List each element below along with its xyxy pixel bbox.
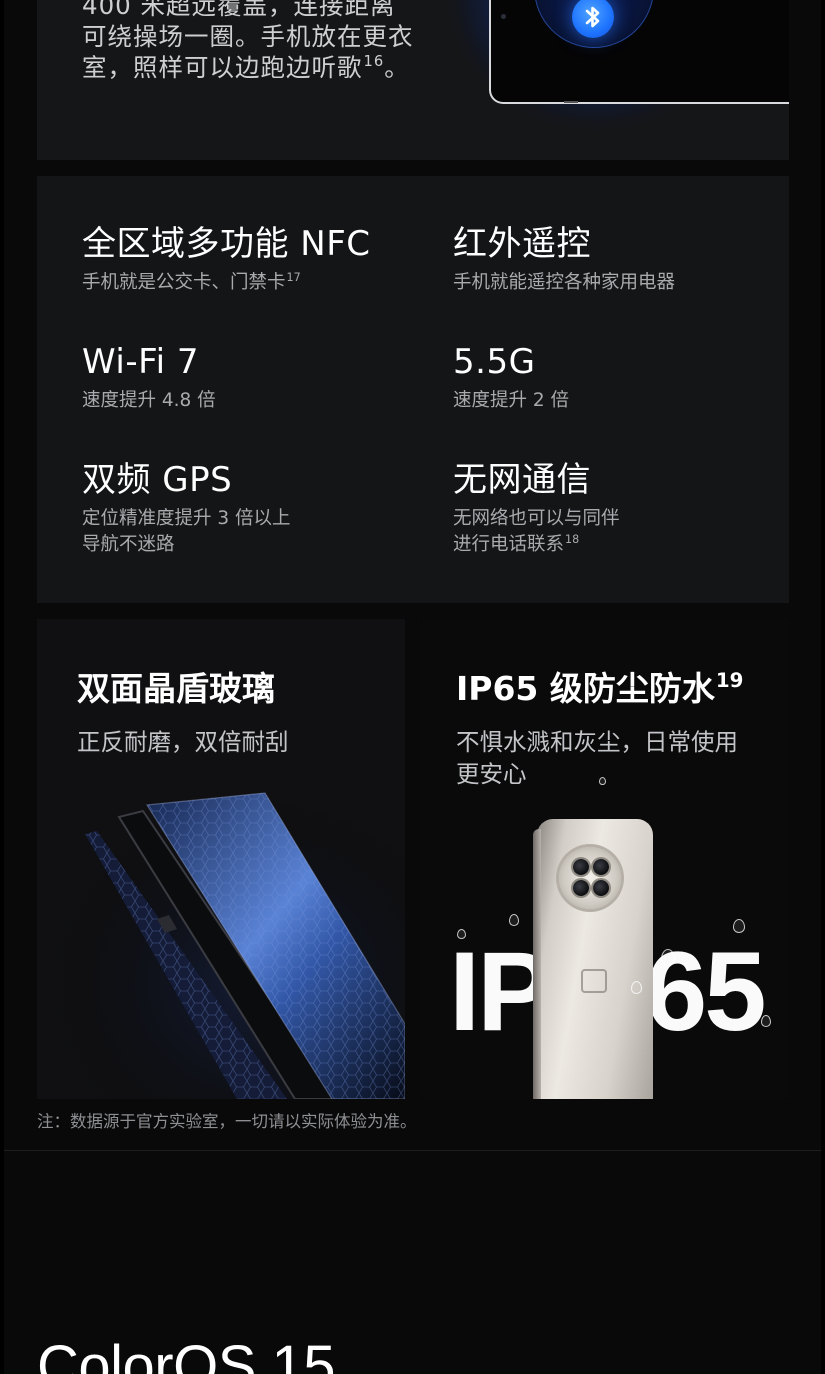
feature-gps: 双频 GPS 定位精准度提升 3 倍以上 导航不迷路 <box>82 460 342 558</box>
ip65-subtitle-line-1: 不惧水溅和灰尘，日常使用 <box>456 728 738 756</box>
phone-bottom-mark <box>564 101 578 103</box>
brand-logo-icon <box>581 969 607 993</box>
glass-card-subtitle-text: 正反耐磨，双倍耐刮 <box>77 728 289 756</box>
ip65-card-subtitle: 不惧水溅和灰尘，日常使用 更安心 <box>456 726 766 790</box>
feature-nfc: 全区域多功能 NFC 手机就是公交卡、门禁卡17 <box>82 224 371 296</box>
camera-lens <box>573 859 589 875</box>
water-drop <box>457 929 466 939</box>
glass-card-title: 双面晶盾玻璃 <box>77 669 275 708</box>
bluetooth-card: 400 米超远覆盖，连接距离 可绕操场一圈。手机放在更衣 室，照样可以边跑边听歌… <box>37 0 789 160</box>
feature-subtitle: 手机就能遥控各种家用电器 <box>453 270 713 296</box>
feature-subtitle: 无网络也可以与同伴 进行电话联系18 <box>453 506 713 558</box>
water-drop <box>661 949 675 966</box>
water-drop <box>509 914 519 926</box>
feature-subtitle-text: 速度提升 2 倍 <box>453 390 570 411</box>
feature-subtitle-text: 速度提升 4.8 倍 <box>82 390 216 411</box>
glass-card: 双面晶盾玻璃 正反耐磨，双倍耐刮 <box>37 619 405 1099</box>
bluetooth-line-2: 可绕操场一圈。手机放在更衣 <box>82 22 414 51</box>
ip65-card-title: IP65 级防尘防水19 <box>456 669 743 709</box>
footnote-mark: 18 <box>565 532 580 546</box>
camera-lens <box>573 880 589 896</box>
feature-subtitle: 速度提升 2 倍 <box>453 388 713 414</box>
phone-rear-image <box>533 819 653 1099</box>
footnote-mark: 17 <box>286 270 301 284</box>
coloros-title-a: ColorOS <box>37 1334 256 1374</box>
water-drop <box>761 1015 771 1027</box>
disclaimer-note: 注：数据源于官方实验室，一切请以实际体验为准。 <box>37 1112 417 1131</box>
ip65-card: IP 65 IP65 级防尘防水19 不惧水溅和灰尘，日常使用 更安心 <box>421 619 789 1099</box>
feature-subtitle-line: 手机就是公交卡、门禁卡17 <box>82 270 342 296</box>
feature-title: 双频 GPS <box>82 460 233 500</box>
feature-subtitle-text: 手机就能遥控各种家用电器 <box>453 272 676 293</box>
ip65-subtitle-line-2: 更安心 <box>456 760 527 788</box>
water-drop <box>631 981 642 994</box>
bluetooth-line-3: 室，照样可以边跑边听歌16。 <box>82 52 442 83</box>
feature-subtitle: 手机就是公交卡、门禁卡17 <box>82 270 342 296</box>
feature-title: 红外遥控 <box>453 224 591 264</box>
feature-subtitle-line: 进行电话联系18 <box>453 532 713 558</box>
bluetooth-line-3-end: 。 <box>384 53 410 82</box>
feature-subtitle-text: 定位精准度提升 3 倍以上 <box>82 508 291 529</box>
feature-title: 5.5G <box>453 342 536 382</box>
section-divider <box>4 1150 821 1151</box>
bluetooth-line-1: 400 米超远覆盖，连接距离 <box>82 0 396 20</box>
feature-5g: 5.5G 速度提升 2 倍 <box>453 342 713 414</box>
footnote-mark: 16 <box>363 53 385 71</box>
coloros-section-title: ColorOS 15 <box>37 1332 336 1374</box>
bluetooth-description: 400 米超远覆盖，连接距离 可绕操场一圈。手机放在更衣 室，照样可以边跑边听歌… <box>82 0 442 83</box>
feature-offline-comm: 无网通信 无网络也可以与同伴 进行电话联系18 <box>453 460 713 558</box>
features-card: 全区域多功能 NFC 手机就是公交卡、门禁卡17 红外遥控 手机就能遥控各种家用… <box>37 176 789 603</box>
feature-subtitle: 定位精准度提升 3 倍以上 导航不迷路 <box>82 506 342 558</box>
product-page: 400 米超远覆盖，连接距离 可绕操场一圈。手机放在更衣 室，照样可以边跑边听歌… <box>4 0 821 1374</box>
water-drop <box>733 919 745 933</box>
glass-card-subtitle: 正反耐磨，双倍耐刮 <box>77 726 387 758</box>
feature-subtitle-text: 手机就是公交卡、门禁卡 <box>82 272 286 293</box>
feature-subtitle: 速度提升 4.8 倍 <box>82 388 342 414</box>
feature-wifi: Wi-Fi 7 速度提升 4.8 倍 <box>82 342 342 414</box>
feature-subtitle-text: 无网络也可以与同伴 <box>453 508 620 529</box>
feature-subtitle-text: 导航不迷路 <box>82 534 175 555</box>
camera-lens <box>593 859 609 875</box>
feature-title: 全区域多功能 NFC <box>82 224 371 264</box>
phone-side-edge <box>533 829 541 1099</box>
footnote-mark: 19 <box>715 669 744 693</box>
ip65-title-text: IP65 级防尘防水 <box>456 669 715 708</box>
feature-title: Wi-Fi 7 <box>82 342 200 382</box>
feature-title: 无网通信 <box>453 460 591 500</box>
bluetooth-line-3-text: 室，照样可以边跑边听歌 <box>82 53 363 82</box>
camera-lens <box>593 880 609 896</box>
coloros-title-b: 15 <box>255 1334 336 1374</box>
feature-subtitle-text: 进行电话联系 <box>453 534 565 555</box>
feature-infrared: 红外遥控 手机就能遥控各种家用电器 <box>453 224 713 296</box>
camera-module <box>559 847 621 909</box>
phone-camera-dot <box>501 14 506 19</box>
